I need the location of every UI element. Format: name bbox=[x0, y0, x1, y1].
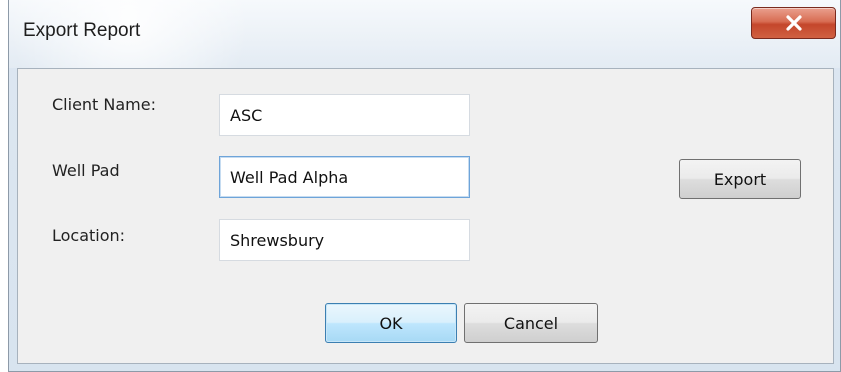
close-button[interactable] bbox=[751, 7, 836, 39]
dialog-content: Client Name: Well Pad Location: Export O… bbox=[17, 68, 834, 364]
cancel-button[interactable]: Cancel bbox=[464, 303, 598, 343]
well-pad-field[interactable] bbox=[219, 156, 470, 198]
well-pad-label: Well Pad bbox=[52, 161, 120, 180]
location-field[interactable] bbox=[219, 219, 470, 261]
ok-button[interactable]: OK bbox=[325, 303, 457, 343]
client-name-label: Client Name: bbox=[52, 95, 156, 114]
close-icon bbox=[785, 15, 802, 31]
export-button[interactable]: Export bbox=[679, 159, 801, 199]
export-report-dialog: Export Report Client Name: Well Pad Loca… bbox=[8, 0, 841, 372]
client-name-field[interactable] bbox=[219, 94, 470, 136]
location-label: Location: bbox=[52, 226, 126, 245]
window-title: Export Report bbox=[23, 20, 141, 41]
title-bar[interactable]: Export Report bbox=[9, 0, 840, 68]
